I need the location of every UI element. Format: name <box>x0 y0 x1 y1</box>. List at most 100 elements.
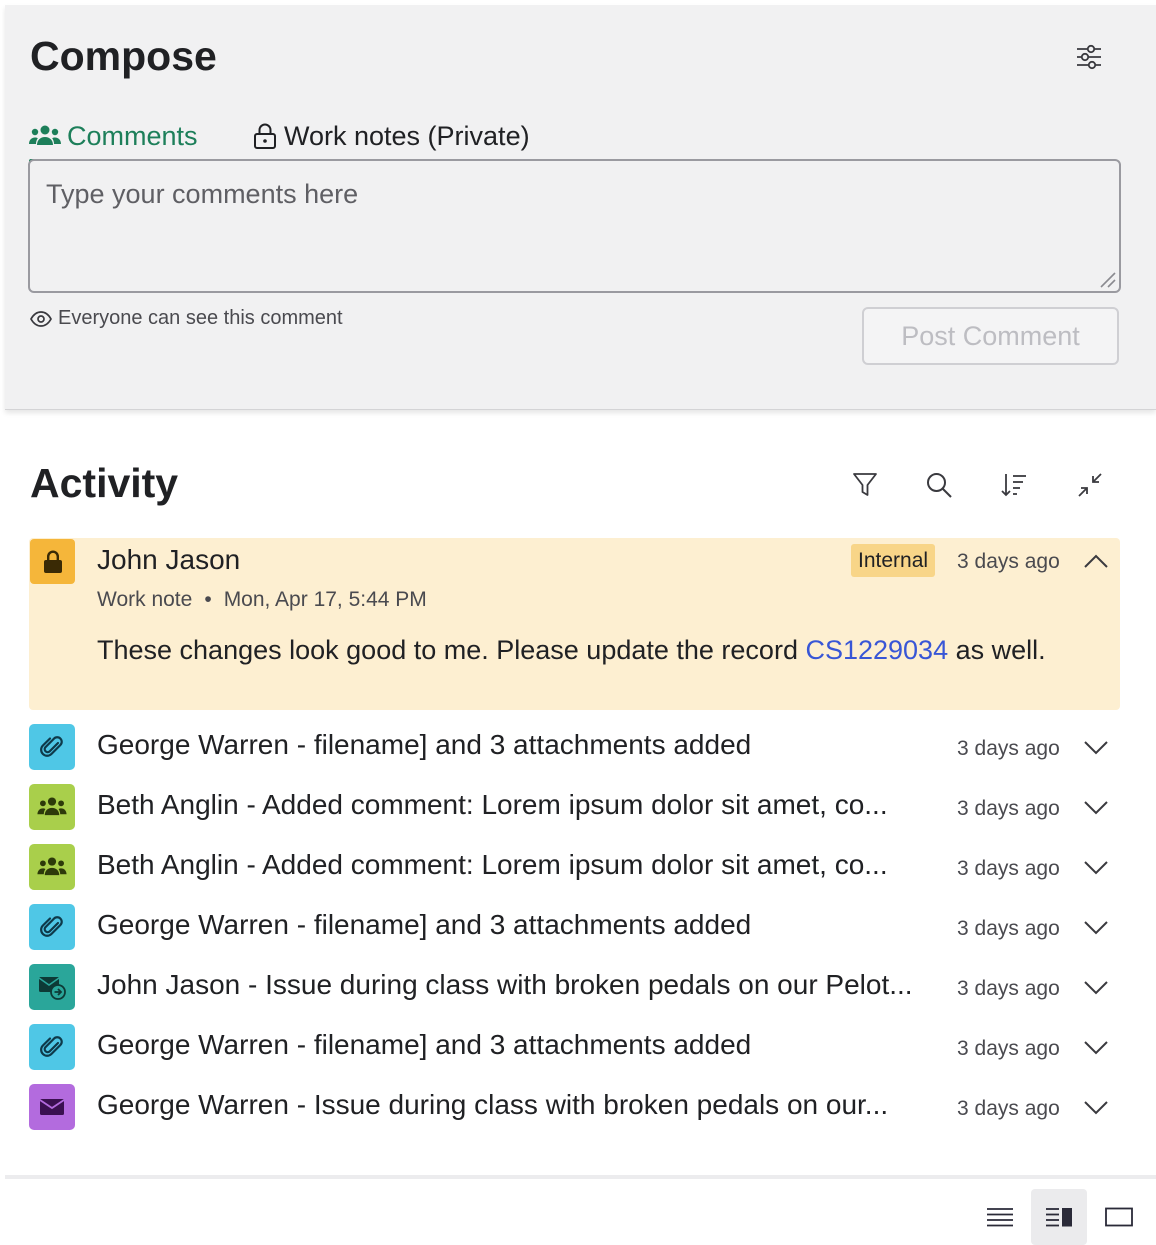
entry-type-badge <box>29 844 75 890</box>
activity-title: Activity <box>30 460 179 506</box>
entry-type-badge <box>29 784 75 830</box>
entry-time: 3 days ago <box>957 797 1060 820</box>
entry-time: 3 days ago <box>957 857 1060 880</box>
entry-time: 3 days ago <box>957 1037 1060 1060</box>
comment-input[interactable] <box>28 159 1121 293</box>
meta-separator: • <box>204 588 212 611</box>
entry-type-badge <box>29 1084 75 1130</box>
post-comment-button[interactable]: Post Comment <box>862 307 1119 365</box>
entry-author: George Warren <box>97 1029 289 1060</box>
resize-handle-icon[interactable] <box>1095 267 1117 289</box>
collapse-entry-button[interactable] <box>1083 548 1109 574</box>
people-icon <box>37 797 67 816</box>
activity-entry-expanded[interactable]: John Jason Internal 3 days ago Work note… <box>29 538 1120 710</box>
email-forward-icon <box>38 977 66 1000</box>
activity-entry[interactable]: George Warren - Issue during class with … <box>29 1083 1120 1133</box>
chevron-down-icon <box>1084 981 1108 995</box>
tab-comments[interactable]: Comments <box>29 113 198 163</box>
entry-summary: John Jason - Issue during class with bro… <box>97 969 947 1001</box>
paperclip-icon <box>40 736 63 757</box>
chevron-down-icon <box>1084 1041 1108 1055</box>
entry-summary: Beth Anglin - Added comment: Lorem ipsum… <box>97 849 947 881</box>
expand-entry-button[interactable] <box>1083 1035 1109 1061</box>
split-view-button[interactable] <box>1031 1189 1087 1245</box>
entry-summary: George Warren - filename] and 3 attachme… <box>97 909 947 941</box>
activity-entry[interactable]: Beth Anglin - Added comment: Lorem ipsum… <box>29 783 1120 833</box>
entry-author: George Warren <box>97 1089 289 1120</box>
entry-date: Mon, Apr 17, 5:44 PM <box>223 588 427 611</box>
activity-entry[interactable]: George Warren - filename] and 3 attachme… <box>29 723 1120 773</box>
single-view-icon <box>1105 1207 1133 1227</box>
record-link[interactable]: CS1229034 <box>805 635 948 665</box>
tab-comments-label: Comments <box>67 120 198 151</box>
activity-entry[interactable]: John Jason - Issue during class with bro… <box>29 963 1120 1013</box>
footer-divider <box>5 1175 1156 1179</box>
people-icon <box>37 857 67 876</box>
chevron-down-icon <box>1084 801 1108 815</box>
search-icon <box>927 473 952 498</box>
entry-description: - Added comment: Lorem ipsum dolor sit a… <box>238 789 888 820</box>
tab-work-notes[interactable]: Work notes (Private) <box>252 113 530 159</box>
filter-button[interactable] <box>848 468 882 502</box>
list-view-button[interactable] <box>972 1189 1028 1245</box>
single-view-button[interactable] <box>1091 1189 1147 1245</box>
expand-entry-button[interactable] <box>1083 915 1109 941</box>
entry-type-badge <box>30 539 75 584</box>
compose-title: Compose <box>30 33 217 79</box>
entry-author: Beth Anglin <box>97 849 239 880</box>
entry-type-badge <box>29 724 75 770</box>
people-icon <box>29 125 61 145</box>
list-view-icon <box>987 1208 1013 1227</box>
activity-entry[interactable]: George Warren - filename] and 3 attachme… <box>29 903 1120 953</box>
chevron-down-icon <box>1084 921 1108 935</box>
entry-author: George Warren <box>97 729 289 760</box>
sort-button[interactable] <box>997 468 1031 502</box>
envelope-icon <box>39 1099 65 1115</box>
entry-type-badge <box>29 904 75 950</box>
entry-author: Beth Anglin <box>97 789 239 820</box>
entry-description: - Issue during class with broken pedals … <box>288 1089 889 1120</box>
activity-entry[interactable]: Beth Anglin - Added comment: Lorem ipsum… <box>29 843 1120 893</box>
entry-time: 3 days ago <box>957 737 1060 760</box>
entry-author: John Jason <box>97 544 241 575</box>
activity-entry[interactable]: George Warren - filename] and 3 attachme… <box>29 1023 1120 1073</box>
sort-icon <box>1001 474 1026 497</box>
settings-button[interactable] <box>1071 39 1107 75</box>
expand-entry-button[interactable] <box>1083 1095 1109 1121</box>
visibility-text: Everyone can see this comment <box>58 307 343 329</box>
entry-description: - Issue during class with broken pedals … <box>240 969 913 1000</box>
entry-summary: Beth Anglin - Added comment: Lorem ipsum… <box>97 789 947 821</box>
entry-author: John Jason <box>97 969 241 1000</box>
expand-entry-button[interactable] <box>1083 975 1109 1001</box>
entry-meta: Work note • Mon, Apr 17, 5:44 PM <box>97 588 427 612</box>
chevron-down-icon <box>1084 741 1108 755</box>
chevron-down-icon <box>1084 861 1108 875</box>
split-view-icon <box>1046 1208 1072 1227</box>
collapse-button[interactable] <box>1073 468 1107 502</box>
lock-icon <box>254 123 276 149</box>
paperclip-icon <box>40 1036 63 1057</box>
filter-icon <box>853 473 877 496</box>
entry-description: - filename] and 3 attachments added <box>288 1029 752 1060</box>
expand-entry-button[interactable] <box>1083 795 1109 821</box>
entry-time: 3 days ago <box>957 917 1060 940</box>
chevron-down-icon <box>1084 1101 1108 1115</box>
search-button[interactable] <box>922 468 956 502</box>
expand-entry-button[interactable] <box>1083 735 1109 761</box>
entry-description: - filename] and 3 attachments added <box>288 729 752 760</box>
entry-time: 3 days ago <box>957 550 1060 573</box>
entry-summary: George Warren - filename] and 3 attachme… <box>97 1029 947 1061</box>
eye-icon <box>30 310 52 327</box>
lock-icon <box>43 550 62 573</box>
entry-description: - filename] and 3 attachments added <box>288 909 752 940</box>
expand-entry-button[interactable] <box>1083 855 1109 881</box>
entry-type-badge <box>29 964 75 1010</box>
entry-summary: George Warren - filename] and 3 attachme… <box>97 729 947 761</box>
entry-type-badge <box>29 1024 75 1070</box>
entry-time: 3 days ago <box>957 1097 1060 1120</box>
entry-body-text: These changes look good to me. Please up… <box>97 635 806 665</box>
paperclip-icon <box>40 916 63 937</box>
tab-work-notes-label: Work notes (Private) <box>284 120 530 151</box>
entry-summary: George Warren - Issue during class with … <box>97 1089 947 1121</box>
entry-body-text-end: as well. <box>948 635 1046 665</box>
